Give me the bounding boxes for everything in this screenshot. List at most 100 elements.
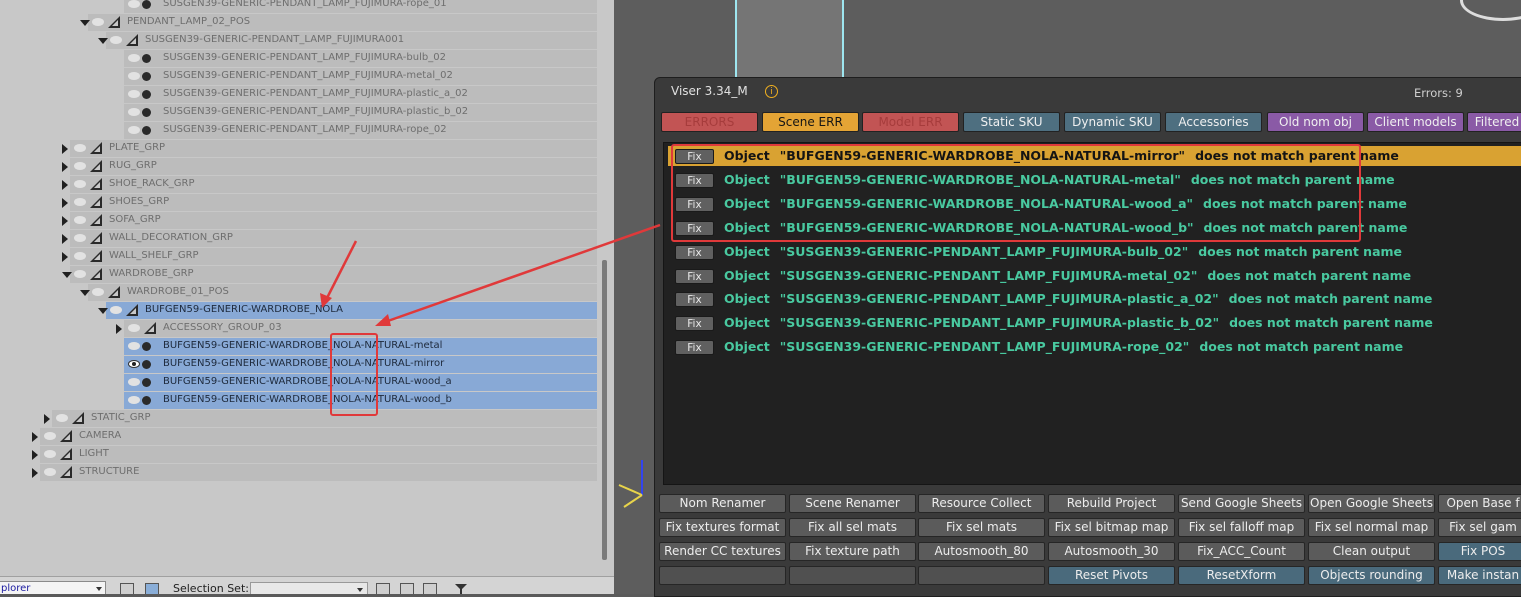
tree-row[interactable]: WALL_DECORATION_GRP	[0, 230, 597, 247]
tree-row[interactable]: STATIC_GRP	[0, 410, 597, 427]
expand-arrow-right-icon[interactable]	[32, 432, 38, 442]
tab-client-models[interactable]: Client models	[1367, 112, 1464, 132]
expand-arrow-right-icon[interactable]	[62, 234, 68, 244]
fix-sel-bitmap-map-button[interactable]: Fix sel bitmap map	[1048, 518, 1175, 537]
tree-scrollbar[interactable]	[602, 260, 607, 560]
tree-row[interactable]: BUFGEN59-GENERIC-WARDROBE_NOLA-NATURAL-m…	[0, 356, 597, 373]
tree-row[interactable]: SUSGEN39-GENERIC-PENDANT_LAMP_FUJIMURA-p…	[0, 104, 597, 121]
visibility-eye-icon[interactable]	[44, 468, 56, 476]
visibility-eye-icon[interactable]	[128, 54, 140, 62]
empty-button[interactable]	[918, 566, 1045, 585]
tree-row[interactable]: SUSGEN39-GENERIC-PENDANT_LAMP_FUJIMURA00…	[0, 32, 597, 49]
visibility-eye-icon[interactable]	[128, 90, 140, 98]
tab-model-err[interactable]: Model ERR	[862, 112, 959, 132]
tree-row[interactable]: SUSGEN39-GENERIC-PENDANT_LAMP_FUJIMURA-b…	[0, 50, 597, 67]
tree-row[interactable]: SHOES_GRP	[0, 194, 597, 211]
info-icon[interactable]: i	[765, 85, 778, 98]
selection-list-icon[interactable]	[376, 583, 390, 594]
expand-arrow-right-icon[interactable]	[32, 450, 38, 460]
tree-row[interactable]: WARDROBE_GRP	[0, 266, 597, 283]
fix-button[interactable]: Fix	[675, 244, 714, 260]
expand-arrow-right-icon[interactable]	[32, 468, 38, 478]
layers-icon[interactable]	[120, 583, 134, 594]
empty-button[interactable]	[789, 566, 916, 585]
resetxform-button[interactable]: ResetXform	[1178, 566, 1305, 585]
tab-dynamic-sku[interactable]: Dynamic SKU	[1064, 112, 1161, 132]
fix-button[interactable]: Fix	[675, 292, 714, 308]
tab-old-nom-obj[interactable]: Old nom obj	[1267, 112, 1364, 132]
make-instan-button[interactable]: Make instan	[1438, 566, 1521, 585]
expand-arrow-right-icon[interactable]	[62, 198, 68, 208]
fix-all-sel-mats-button[interactable]: Fix all sel mats	[789, 518, 916, 537]
expand-arrow-down-icon[interactable]	[80, 290, 90, 296]
visibility-eye-icon[interactable]	[128, 324, 140, 332]
render-cc-textures-button[interactable]: Render CC textures	[659, 542, 786, 561]
rebuild-project-button[interactable]: Rebuild Project	[1048, 494, 1175, 513]
autosmooth-30-button[interactable]: Autosmooth_30	[1048, 542, 1175, 561]
expand-arrow-right-icon[interactable]	[44, 414, 50, 424]
visibility-eye-icon[interactable]	[128, 0, 140, 8]
tab-errors[interactable]: ERRORS	[661, 112, 758, 132]
explorer-dropdown[interactable]: plorer	[0, 581, 106, 594]
hierarchy-icon[interactable]	[145, 583, 159, 594]
fix-sel-gam-button[interactable]: Fix sel gam	[1438, 518, 1521, 537]
visibility-eye-icon[interactable]	[44, 432, 56, 440]
fix-button[interactable]: Fix	[675, 340, 714, 356]
resource-collect-button[interactable]: Resource Collect	[918, 494, 1045, 513]
error-row[interactable]: Fix Object "SUSGEN39-GENERIC-PENDANT_LAMP_…	[668, 266, 1521, 286]
tab-scene-err[interactable]: Scene ERR	[762, 112, 859, 132]
visibility-eye-icon[interactable]	[128, 360, 140, 368]
tree-row[interactable]: PENDANT_LAMP_02_POS	[0, 14, 597, 31]
tree-row[interactable]: RUG_GRP	[0, 158, 597, 175]
fix-textures-format-button[interactable]: Fix textures format	[659, 518, 786, 537]
fix-texture-path-button[interactable]: Fix texture path	[789, 542, 916, 561]
edit-list-icon[interactable]	[423, 583, 437, 594]
tree-row[interactable]: WARDROBE_01_POS	[0, 284, 597, 301]
expand-arrow-right-icon[interactable]	[116, 324, 122, 334]
filter-icon[interactable]	[454, 583, 468, 594]
fix-pos-button[interactable]: Fix POS	[1438, 542, 1521, 561]
selection-set-dropdown[interactable]	[250, 582, 368, 594]
visibility-eye-icon[interactable]	[128, 72, 140, 80]
send-google-sheets-button[interactable]: Send Google Sheets	[1178, 494, 1305, 513]
fix-acc-count-button[interactable]: Fix_ACC_Count	[1178, 542, 1305, 561]
tree-row[interactable]: STRUCTURE	[0, 464, 597, 481]
tree-row[interactable]: WALL_SHELF_GRP	[0, 248, 597, 265]
expand-arrow-down-icon[interactable]	[80, 20, 90, 26]
empty-button[interactable]	[659, 566, 786, 585]
tree-row[interactable]: SUSGEN39-GENERIC-PENDANT_LAMP_FUJIMURA-r…	[0, 122, 597, 139]
tree-row[interactable]: SUSGEN39-GENERIC-PENDANT_LAMP_FUJIMURA-m…	[0, 68, 597, 85]
objects-rounding-button[interactable]: Objects rounding	[1308, 566, 1435, 585]
tree-row[interactable]: ACCESSORY_GROUP_03	[0, 320, 597, 337]
tree-row[interactable]: SUSGEN39-GENERIC-PENDANT_LAMP_FUJIMURA-p…	[0, 86, 597, 103]
expand-arrow-right-icon[interactable]	[62, 162, 68, 172]
visibility-eye-icon[interactable]	[74, 270, 86, 278]
tree-row[interactable]: BUFGEN59-GENERIC-WARDROBE_NOLA	[0, 302, 597, 319]
tree-row[interactable]: SOFA_GRP	[0, 212, 597, 229]
open-base-f-button[interactable]: Open Base f	[1438, 494, 1521, 513]
tree-row[interactable]: SUSGEN39-GENERIC-PENDANT_LAMP_FUJIMURA-r…	[0, 0, 597, 13]
visibility-eye-icon[interactable]	[74, 180, 86, 188]
tree-row[interactable]: CAMERA	[0, 428, 597, 445]
visibility-eye-icon[interactable]	[74, 162, 86, 170]
error-row[interactable]: Fix Object "SUSGEN39-GENERIC-PENDANT_LAMP_…	[668, 289, 1521, 309]
visibility-eye-icon[interactable]	[110, 306, 122, 314]
fix-sel-normal-map-button[interactable]: Fix sel normal map	[1308, 518, 1435, 537]
expand-arrow-down-icon[interactable]	[98, 38, 108, 44]
visibility-eye-icon[interactable]	[56, 414, 68, 422]
expand-arrow-right-icon[interactable]	[62, 180, 68, 190]
expand-arrow-right-icon[interactable]	[62, 252, 68, 262]
tree-row[interactable]: PLATE_GRP	[0, 140, 597, 157]
tab-static-sku[interactable]: Static SKU	[963, 112, 1060, 132]
visibility-eye-icon[interactable]	[74, 252, 86, 260]
tree-row[interactable]: LIGHT	[0, 446, 597, 463]
tab-filtered[interactable]: Filtered	[1467, 112, 1521, 132]
fix-sel-falloff-map-button[interactable]: Fix sel falloff map	[1178, 518, 1305, 537]
visibility-eye-icon[interactable]	[110, 36, 122, 44]
error-row[interactable]: Fix Object "SUSGEN39-GENERIC-PENDANT_LAMP_…	[668, 337, 1521, 357]
expand-arrow-right-icon[interactable]	[62, 144, 68, 154]
fix-button[interactable]: Fix	[675, 316, 714, 332]
tree-row[interactable]: BUFGEN59-GENERIC-WARDROBE_NOLA-NATURAL-w…	[0, 374, 597, 391]
visibility-eye-icon[interactable]	[92, 18, 104, 26]
visibility-eye-icon[interactable]	[128, 396, 140, 404]
